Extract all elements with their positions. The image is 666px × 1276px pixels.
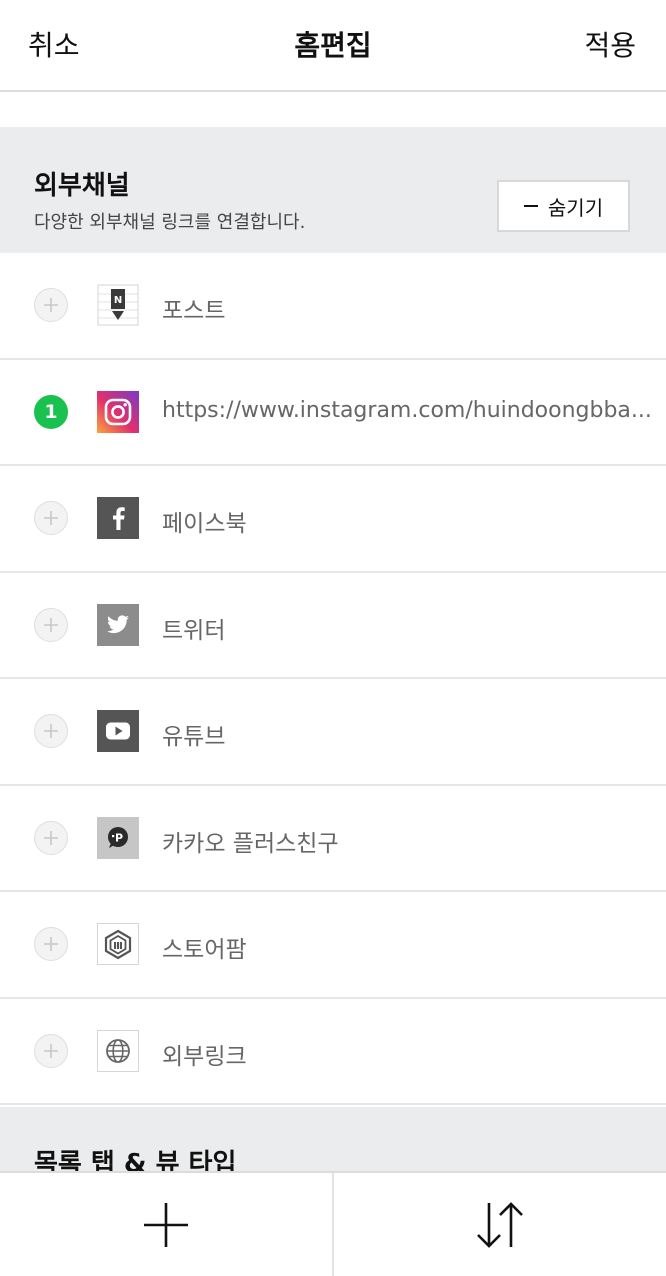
channel-label: 포스트 [162,298,226,325]
list-item-facebook[interactable]: 페이스북 [0,466,666,573]
top-bar: 취소 홈편집 적용 [0,0,666,92]
add-icon[interactable] [34,927,68,962]
globe-icon [97,1029,139,1072]
channel-label: 외부링크 [162,1043,247,1070]
hide-button-label: 숨기기 [547,195,604,220]
external-channel-section-header: 외부채널 다양한 외부채널 링크를 연결합니다. 숨기기 [0,127,666,253]
page-title: 홈편집 [294,29,372,62]
add-button[interactable] [0,1173,332,1276]
add-icon[interactable] [34,501,68,536]
order-badge: 1 [34,394,68,429]
channel-label: 카카오 플러스친구 [162,830,339,857]
svg-text:N: N [114,295,122,306]
list-item-kakao-plus-friend[interactable]: P 카카오 플러스친구 [0,785,666,892]
plus-icon [144,1202,188,1247]
storefarm-icon [97,923,139,966]
twitter-icon [97,603,139,646]
add-icon[interactable] [34,288,68,323]
facebook-icon [97,497,139,540]
channel-label: 스토어팜 [162,937,247,964]
list-item-twitter[interactable]: 트위터 [0,572,666,679]
channel-label: 트위터 [162,617,226,644]
channel-label: 페이스북 [162,511,247,538]
list-item-storefarm[interactable]: 스토어팜 [0,892,666,999]
section-title: 외부채널 [34,171,130,201]
list-item-external-link[interactable]: 외부링크 [0,998,666,1105]
list-item-post[interactable]: N 포스트 [0,253,666,360]
list-item-youtube[interactable]: 유튜브 [0,679,666,786]
reorder-button[interactable] [332,1173,666,1276]
sort-arrows-icon [477,1201,523,1248]
hide-section-button[interactable]: 숨기기 [497,180,630,232]
channel-url: https://www.instagram.com/huindoongbba..… [162,397,652,423]
instagram-icon [97,390,139,433]
channel-label: 유튜브 [162,724,226,751]
add-icon[interactable] [34,714,68,749]
youtube-icon [97,710,139,753]
svg-text:P: P [115,831,123,844]
list-item-instagram[interactable]: 1 https://www.instagram.com/huindoongbba… [0,359,666,466]
add-icon[interactable] [34,607,68,642]
section-description: 다양한 외부채널 링크를 연결합니다. [34,212,306,233]
add-icon[interactable] [34,1033,68,1068]
add-icon[interactable] [34,820,68,855]
bottom-toolbar [0,1171,666,1276]
minus-icon [523,205,538,207]
kakao-plus-friend-icon: P [97,816,139,859]
channel-list: N 포스트 1 https://www.instagram.com/huindo… [0,253,666,1105]
naver-post-icon: N [97,284,139,326]
apply-button[interactable]: 적용 [584,24,636,64]
